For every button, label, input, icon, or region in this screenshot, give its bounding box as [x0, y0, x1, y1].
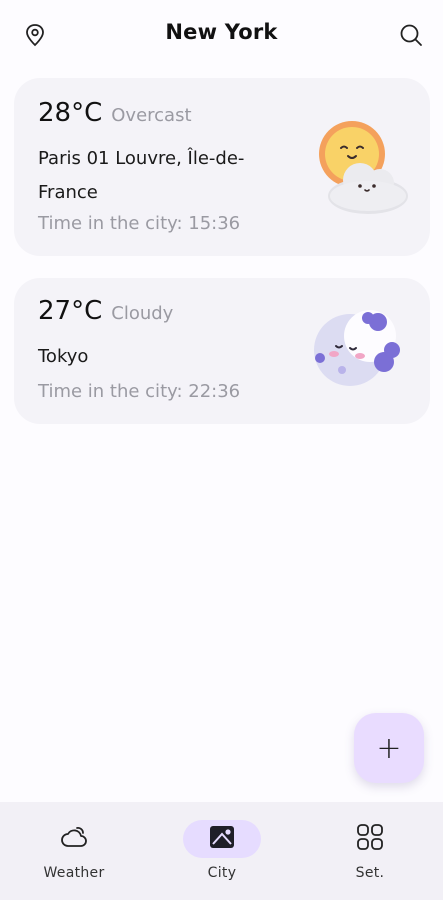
nav-item-city[interactable]: City	[148, 802, 296, 900]
weather-summary: 28°C Overcast	[38, 98, 192, 128]
local-time: Time in the city: 22:36	[38, 381, 241, 402]
crescent-moon-icon	[306, 306, 410, 396]
search-icon[interactable]	[397, 21, 425, 49]
weather-summary: 27°C Cloudy	[38, 296, 173, 326]
nav-label: Weather	[43, 865, 105, 881]
condition: Cloudy	[111, 303, 174, 324]
nav-icon-container	[35, 820, 113, 858]
plus-icon: +	[376, 730, 402, 766]
condition: Overcast	[111, 105, 192, 126]
city-card-paris[interactable]: 28°C Overcast Paris 01 Louvre, Île-de-Fr…	[14, 78, 430, 256]
nav-label: City	[207, 865, 237, 881]
local-time: Time in the city: 15:36	[38, 213, 241, 234]
nav-label: Set.	[355, 865, 385, 881]
temperature: 27°C	[38, 296, 103, 326]
city-image-icon	[208, 823, 236, 855]
nav-item-settings[interactable]: Set.	[296, 802, 443, 900]
sun-behind-cloud-icon	[310, 118, 410, 218]
weather-cloud-icon	[59, 822, 89, 856]
city-name: Tokyo	[38, 346, 89, 367]
nav-icon-container	[183, 820, 261, 858]
settings-grid-icon	[355, 822, 385, 856]
add-city-button[interactable]: +	[354, 713, 424, 783]
page-title: New York	[165, 20, 278, 44]
city-card-tokyo[interactable]: 27°C Cloudy Tokyo Time in the city: 22:3…	[14, 278, 430, 424]
bottom-navigation: Weather City Set.	[0, 802, 443, 900]
top-app-bar: New York	[0, 0, 443, 70]
city-name: Paris 01 Louvre, Île-de-France	[38, 148, 245, 203]
temperature: 28°C	[38, 98, 103, 128]
nav-icon-container	[331, 820, 409, 858]
nav-item-weather[interactable]: Weather	[0, 802, 148, 900]
